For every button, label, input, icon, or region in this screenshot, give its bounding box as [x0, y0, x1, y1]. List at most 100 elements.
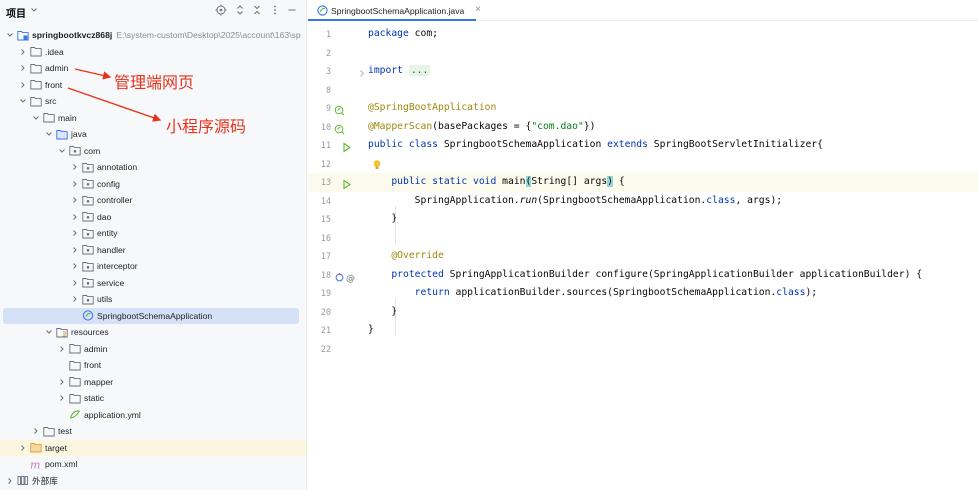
- tree-item-utils[interactable]: utils: [0, 291, 306, 308]
- code-line[interactable]: protected SpringApplicationBuilder confi…: [368, 266, 978, 285]
- code-line[interactable]: [368, 44, 978, 63]
- at-sign-icon[interactable]: @: [345, 270, 356, 284]
- tree-item-com[interactable]: com: [0, 143, 306, 160]
- chevron-right-icon[interactable]: [71, 229, 79, 237]
- code-line[interactable]: return applicationBuilder.sources(Spring…: [368, 284, 978, 303]
- tree-item-label: resources: [71, 327, 109, 337]
- chevron-right-icon[interactable]: [32, 427, 40, 435]
- package-icon: [82, 195, 94, 206]
- chevron-down-icon[interactable]: [58, 147, 66, 155]
- chevron-right-icon[interactable]: [71, 163, 79, 171]
- tree-item-springbootschemaapplication[interactable]: SpringbootSchemaApplication: [3, 307, 299, 324]
- tree-item-java[interactable]: java: [0, 126, 306, 143]
- project-panel-title[interactable]: 项目: [6, 5, 26, 20]
- tree-item-interceptor[interactable]: interceptor: [0, 258, 306, 275]
- code-line[interactable]: public class SpringbootSchemaApplication…: [368, 136, 978, 155]
- code-line[interactable]: package com;: [368, 25, 978, 44]
- code-line[interactable]: }: [368, 303, 978, 322]
- chevron-right-icon[interactable]: [71, 246, 79, 254]
- chevron-right-icon[interactable]: [71, 262, 79, 270]
- folder-icon: [30, 46, 42, 57]
- tree-item-label: dao: [97, 211, 112, 222]
- lightbulb-icon[interactable]: [372, 158, 382, 170]
- line-number: 11: [320, 140, 331, 150]
- tree-item-resources[interactable]: resources: [0, 324, 306, 341]
- tree-item-idea[interactable]: .idea: [0, 44, 306, 61]
- tree-item-config[interactable]: config: [0, 176, 306, 193]
- tree-item-controller[interactable]: controller: [0, 192, 306, 209]
- line-number: 2: [325, 47, 331, 58]
- code-line[interactable]: [368, 340, 978, 359]
- collapse-all-icon[interactable]: [251, 4, 263, 16]
- chevron-down-icon[interactable]: [30, 6, 38, 14]
- tree-item-label: admin: [45, 63, 69, 73]
- chevron-right-icon[interactable]: [19, 48, 27, 56]
- more-options-icon[interactable]: [269, 4, 281, 16]
- code-line[interactable]: [368, 81, 978, 100]
- fold-icon[interactable]: [357, 66, 368, 77]
- folder-icon: [30, 63, 42, 74]
- close-icon[interactable]: ×: [475, 4, 481, 15]
- tree-item-service[interactable]: service: [0, 275, 306, 292]
- chevron-right-icon[interactable]: [71, 279, 79, 287]
- chevron-right-icon[interactable]: [6, 477, 14, 485]
- code-line[interactable]: import ...: [368, 62, 978, 81]
- tree-item-mapper[interactable]: mapper: [0, 374, 306, 391]
- tree-item-[interactable]: 外部库: [0, 473, 306, 490]
- tree-item-test[interactable]: test: [0, 423, 306, 440]
- code-editor[interactable]: SpringbootSchemaApplication.java × 12389…: [308, 0, 978, 490]
- line-number: 16: [320, 232, 331, 243]
- code-line[interactable]: }: [368, 210, 978, 229]
- tab-springboot-schema-application[interactable]: SpringbootSchemaApplication.java ×: [308, 0, 481, 21]
- override-icon[interactable]: [334, 270, 345, 281]
- tree-item-springbootkvcz868j[interactable]: springbootkvcz868j E:\system-custom\Deskt…: [0, 27, 306, 44]
- chevron-right-icon[interactable]: [19, 81, 27, 89]
- code-line[interactable]: @Override: [368, 247, 978, 266]
- tree-item-main[interactable]: main: [0, 110, 306, 127]
- tree-item-annotation[interactable]: annotation: [0, 159, 306, 176]
- chevron-right-icon[interactable]: [71, 180, 79, 188]
- target-icon[interactable]: [215, 4, 227, 16]
- code-line[interactable]: @MapperScan(basePackages = {"com.dao"}): [368, 118, 978, 137]
- code-line[interactable]: @SpringBootApplication: [368, 99, 978, 118]
- tree-item-application-yml[interactable]: application.yml: [0, 407, 306, 424]
- chevron-down-icon[interactable]: [19, 97, 27, 105]
- tree-item-label: com: [84, 145, 101, 156]
- chevron-right-icon[interactable]: [71, 295, 79, 303]
- code-area[interactable]: package com; import ... @SpringBootApplica…: [368, 21, 978, 490]
- code-line[interactable]: }: [368, 321, 978, 340]
- tree-item-handler[interactable]: handler: [0, 242, 306, 259]
- chevron-down-icon[interactable]: [32, 114, 40, 122]
- svg-text:@: @: [346, 274, 355, 283]
- chevron-down-icon[interactable]: [6, 31, 14, 39]
- tree-item-src[interactable]: src: [0, 93, 306, 110]
- expand-all-icon[interactable]: [234, 4, 246, 16]
- code-line[interactable]: SpringApplication.run(SpringbootSchemaAp…: [368, 192, 978, 211]
- minimize-icon[interactable]: [286, 4, 298, 16]
- chevron-right-icon[interactable]: [19, 444, 27, 452]
- chevron-down-icon[interactable]: [45, 130, 53, 138]
- tree-item-target[interactable]: target: [0, 439, 306, 456]
- code-line[interactable]: public static void main(String[] args) {: [368, 173, 978, 192]
- run-icon[interactable]: [341, 140, 352, 153]
- project-panel-header: 项目: [0, 0, 306, 22]
- tree-item-admin[interactable]: admin: [0, 341, 306, 358]
- code-line[interactable]: [368, 155, 978, 174]
- tree-item-entity[interactable]: entity: [0, 225, 306, 242]
- chevron-right-icon[interactable]: [58, 345, 66, 353]
- chevron-right-icon[interactable]: [58, 394, 66, 402]
- tree-item-pom-xml[interactable]: m pom.xml: [0, 456, 306, 473]
- source-folder-icon: [56, 129, 68, 140]
- chevron-right-icon[interactable]: [58, 378, 66, 386]
- chevron-down-icon[interactable]: [45, 328, 53, 336]
- tree-item-front[interactable]: front: [0, 357, 306, 374]
- code-line[interactable]: [368, 229, 978, 248]
- run-icon[interactable]: [341, 177, 352, 190]
- chevron-right-icon[interactable]: [71, 196, 79, 204]
- chevron-right-icon[interactable]: [19, 64, 27, 72]
- tree-item-dao[interactable]: dao: [0, 209, 306, 226]
- chevron-right-icon[interactable]: [71, 213, 79, 221]
- tree-item-static[interactable]: static: [0, 390, 306, 407]
- spring-bean-icon[interactable]: [334, 103, 345, 116]
- spring-bean-icon[interactable]: [334, 122, 345, 134]
